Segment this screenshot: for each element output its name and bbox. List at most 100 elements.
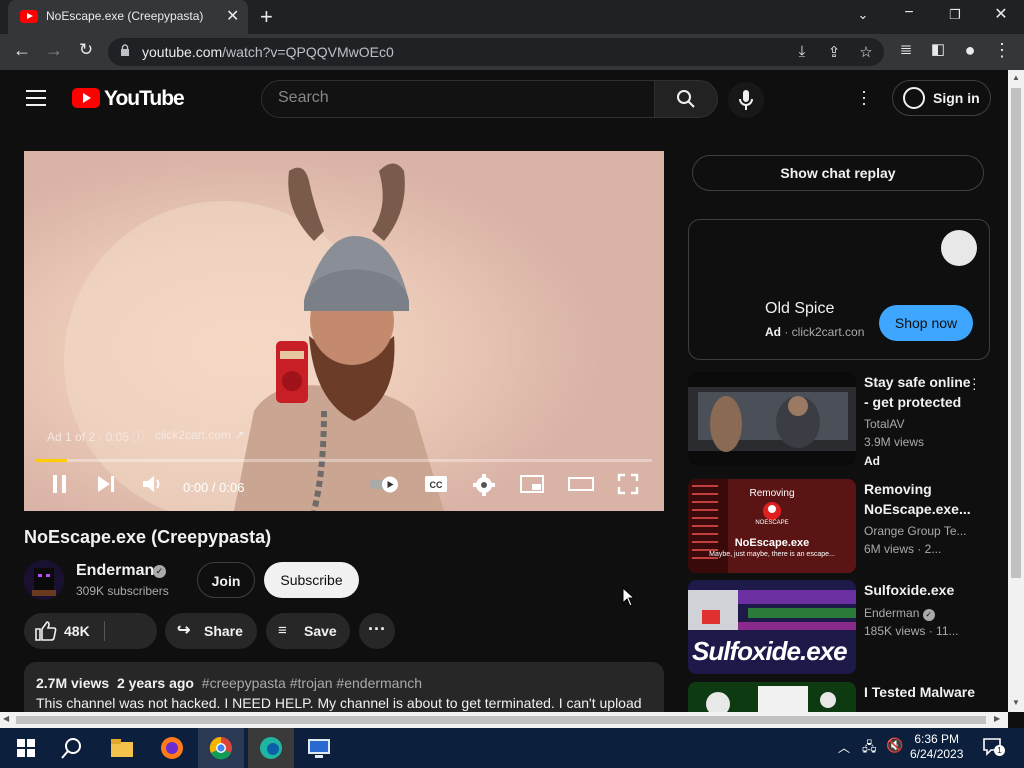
- volume-muted-icon[interactable]: 🔇: [886, 737, 903, 754]
- sign-in-button[interactable]: Sign in: [892, 80, 991, 116]
- side-panel-icon[interactable]: ◧: [926, 40, 950, 58]
- video-player[interactable]: Ad 1 of 2 · 0:05 ⓘ click2cart.com ↗ 0:00…: [24, 151, 664, 511]
- firefox-icon[interactable]: [158, 734, 186, 762]
- rec-title[interactable]: Stay safe online - get protected: [864, 372, 976, 412]
- lock-icon: [121, 44, 129, 56]
- companion-ad-card[interactable]: Old Spice Ad · click2cart.con Shop now: [688, 219, 990, 360]
- fullscreen-button[interactable]: [616, 473, 640, 499]
- windows-start-icon[interactable]: [12, 734, 40, 762]
- autoplay-toggle[interactable]: [368, 473, 402, 499]
- minimize-button[interactable]: −: [894, 4, 924, 22]
- search-icon: [677, 90, 695, 108]
- show-hidden-icons-icon[interactable]: ︿: [838, 739, 850, 756]
- subscriber-count: 309K subscribers: [76, 584, 169, 598]
- settings-button[interactable]: [472, 473, 496, 499]
- video-thumbnail[interactable]: [688, 372, 856, 466]
- search-input[interactable]: [278, 89, 638, 107]
- ad-link[interactable]: click2cart.com ↗: [155, 428, 244, 442]
- channel-name[interactable]: Enderman: [76, 562, 154, 580]
- share-icon[interactable]: ⇪: [824, 43, 844, 61]
- pause-button[interactable]: [48, 473, 72, 499]
- rec-channel: Enderman ✓: [864, 606, 935, 621]
- file-explorer-icon[interactable]: [108, 734, 136, 762]
- menu-icon[interactable]: [26, 90, 46, 106]
- volume-icon: [143, 476, 160, 492]
- scroll-left-icon[interactable]: ◀: [3, 714, 9, 723]
- vertical-scrollbar[interactable]: ▲ ▼: [1008, 70, 1024, 712]
- skip-next-icon: [98, 476, 114, 492]
- reload-button[interactable]: ↻: [74, 40, 98, 60]
- remote-desktop-icon[interactable]: [305, 734, 333, 762]
- volume-button[interactable]: [140, 473, 166, 499]
- thumb-text: NOESCAPE: [755, 520, 789, 526]
- forward-button[interactable]: →: [42, 40, 66, 61]
- scroll-down-icon[interactable]: ▼: [1012, 698, 1020, 707]
- edge-icon[interactable]: [257, 734, 285, 762]
- captions-button[interactable]: CC: [424, 473, 448, 499]
- recommendation-item[interactable]: Stay safe online - get protected · · · Tot…: [688, 371, 998, 468]
- rec-channel: Orange Group Te...: [864, 524, 967, 538]
- show-chat-replay-button[interactable]: Show chat replay: [692, 155, 984, 191]
- profile-icon[interactable]: ●: [958, 40, 982, 61]
- shop-now-button[interactable]: Shop now: [879, 305, 973, 341]
- rec-more-icon[interactable]: · · ·: [972, 371, 977, 395]
- like-count[interactable]: 48K: [64, 613, 90, 649]
- video-thumbnail[interactable]: [688, 682, 856, 712]
- recommendation-item[interactable]: I Tested Malware: [688, 682, 998, 712]
- back-button[interactable]: ←: [10, 40, 34, 61]
- subscribe-button[interactable]: Subscribe: [264, 562, 359, 598]
- thumbs-up-icon[interactable]: [35, 621, 57, 641]
- rec-title[interactable]: I Tested Malware: [864, 682, 976, 702]
- bookmark-star-icon[interactable]: ☆: [856, 43, 876, 61]
- tab-close-icon[interactable]: ✕: [226, 6, 239, 26]
- browser-tab[interactable]: NoEscape.exe (Creepypasta) ✕: [8, 0, 248, 34]
- thumb-text: NoEscape.exe: [734, 537, 810, 549]
- ad-sub: Ad · click2cart.con: [765, 325, 865, 339]
- voice-search-button[interactable]: [728, 82, 764, 118]
- settings-kebab-icon[interactable]: · · ·: [856, 82, 872, 112]
- scroll-right-icon[interactable]: ▶: [994, 714, 1000, 723]
- theater-mode-icon: [568, 477, 594, 491]
- scroll-thumb[interactable]: [16, 716, 986, 724]
- autoplay-icon: [369, 476, 398, 493]
- youtube-play-logo-icon: [72, 88, 100, 108]
- network-icon[interactable]: 🖧: [862, 738, 877, 760]
- video-thumbnail[interactable]: Sulfoxide.exe: [688, 580, 856, 674]
- system-clock[interactable]: 6:36 PM 6/24/2023: [910, 732, 963, 762]
- theater-mode-button[interactable]: [568, 473, 594, 499]
- search-button[interactable]: [654, 80, 718, 118]
- new-tab-button[interactable]: +: [260, 4, 273, 30]
- save-button[interactable]: ≡ Save: [266, 613, 350, 649]
- tab-title: NoEscape.exe (Creepypasta): [46, 9, 204, 23]
- recommendation-item[interactable]: Sulfoxide.exe Sulfoxide.exe Enderman ✓ 1…: [688, 580, 998, 676]
- hashtags[interactable]: #creepypasta #trojan #endermanch: [202, 675, 422, 691]
- search-icon[interactable]: [58, 734, 86, 762]
- next-button[interactable]: [94, 473, 118, 499]
- video-thumbnail[interactable]: Removing NOESCAPE NoEscape.exe Maybe, ju…: [688, 479, 856, 573]
- join-button[interactable]: Join: [197, 562, 255, 598]
- rec-title[interactable]: Sulfoxide.exe: [864, 580, 976, 600]
- address-bar[interactable]: youtube.com/watch?v=QPQQVMwOEc0 ⤓ ⇪ ☆: [108, 38, 884, 66]
- share-button[interactable]: ↪ Share: [165, 613, 257, 649]
- share-icon: ↪: [177, 622, 191, 639]
- notification-center-icon[interactable]: 1: [982, 737, 1005, 757]
- scroll-up-icon[interactable]: ▲: [1012, 73, 1020, 82]
- scroll-thumb[interactable]: [1011, 88, 1021, 578]
- progress-bar[interactable]: [36, 459, 652, 462]
- more-actions-icon[interactable]: ···: [359, 613, 395, 649]
- close-window-button[interactable]: ✕: [986, 4, 1016, 24]
- notification-badge: 1: [994, 745, 1005, 756]
- ad-avatar: [941, 230, 977, 266]
- browser-tab-bar: NoEscape.exe (Creepypasta) ✕ + ⌄ − ❐ ✕: [0, 0, 1024, 34]
- rec-title[interactable]: Removing NoEscape.exe...: [864, 479, 976, 519]
- chrome-icon[interactable]: [207, 734, 235, 762]
- channel-avatar[interactable]: [24, 560, 64, 600]
- miniplayer-button[interactable]: [520, 473, 544, 499]
- tab-search-icon[interactable]: ⌄: [848, 7, 878, 23]
- recommendation-item[interactable]: Removing NOESCAPE NoEscape.exe Maybe, ju…: [688, 479, 998, 575]
- browser-menu-icon[interactable]: ⋮: [990, 40, 1014, 61]
- horizontal-scrollbar[interactable]: ◀ ▶: [0, 712, 1008, 728]
- install-icon[interactable]: ⤓: [792, 43, 812, 60]
- restore-button[interactable]: ❐: [940, 7, 970, 23]
- media-control-icon[interactable]: ≣: [894, 40, 918, 58]
